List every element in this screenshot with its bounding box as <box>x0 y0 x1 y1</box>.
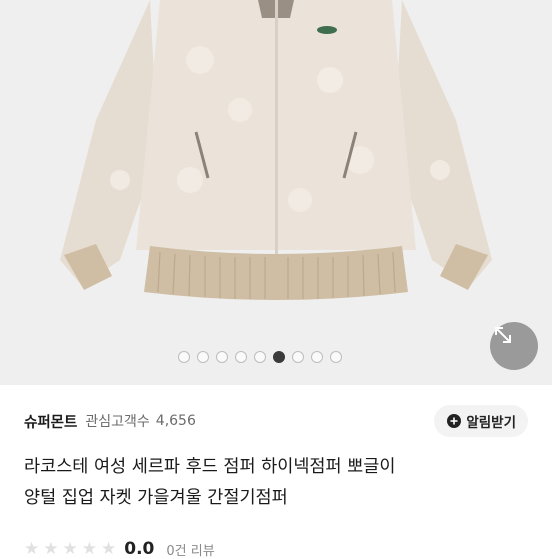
product-title-line2: 양털 집업 자켓 가을겨울 간절기점퍼 <box>24 488 288 508</box>
product-image-gallery[interactable] <box>0 0 552 385</box>
gallery-dot[interactable] <box>178 351 190 363</box>
star-icon: ★ <box>81 539 97 559</box>
review-count[interactable]: 0건 리뷰 <box>166 540 214 559</box>
product-title: 라코스테 여성 세르파 후드 점퍼 하이넥점퍼 뽀글이 양털 집업 자켓 가을겨… <box>24 452 544 514</box>
seller-info: 슈퍼몬트 관심고객수 4,656 알림받기 <box>24 405 528 437</box>
gallery-dot[interactable] <box>235 351 247 363</box>
gallery-dot[interactable] <box>292 351 304 363</box>
gallery-dot[interactable] <box>254 351 266 363</box>
star-icon: ★ <box>62 539 78 559</box>
plus-bell-icon <box>447 414 462 428</box>
seller-name[interactable]: 슈퍼몬트 <box>24 411 77 432</box>
rating-summary[interactable]: ★ ★ ★ ★ ★ 0.0 0건 리뷰 <box>24 539 215 559</box>
gallery-dot[interactable] <box>197 351 209 363</box>
fans-count: 4,656 <box>155 413 196 429</box>
product-title-line1: 라코스테 여성 세르파 후드 점퍼 하이넥점퍼 뽀글이 <box>24 457 396 477</box>
expand-arrows-icon <box>495 327 511 343</box>
fans-label: 관심고객수 <box>85 414 150 430</box>
alarm-subscribe-button[interactable]: 알림받기 <box>434 405 528 437</box>
gallery-pagination <box>178 351 342 363</box>
star-icon: ★ <box>43 539 59 559</box>
gallery-dot[interactable] <box>216 351 228 363</box>
gallery-dot[interactable] <box>311 351 323 363</box>
star-icon: ★ <box>24 539 40 559</box>
gallery-dot-active[interactable] <box>273 351 285 363</box>
alarm-label: 알림받기 <box>466 415 516 431</box>
star-icon: ★ <box>101 539 117 559</box>
rating-value: 0.0 <box>124 539 155 559</box>
product-photo <box>60 0 492 300</box>
gallery-dot[interactable] <box>330 351 342 363</box>
expand-image-button[interactable] <box>490 322 538 370</box>
